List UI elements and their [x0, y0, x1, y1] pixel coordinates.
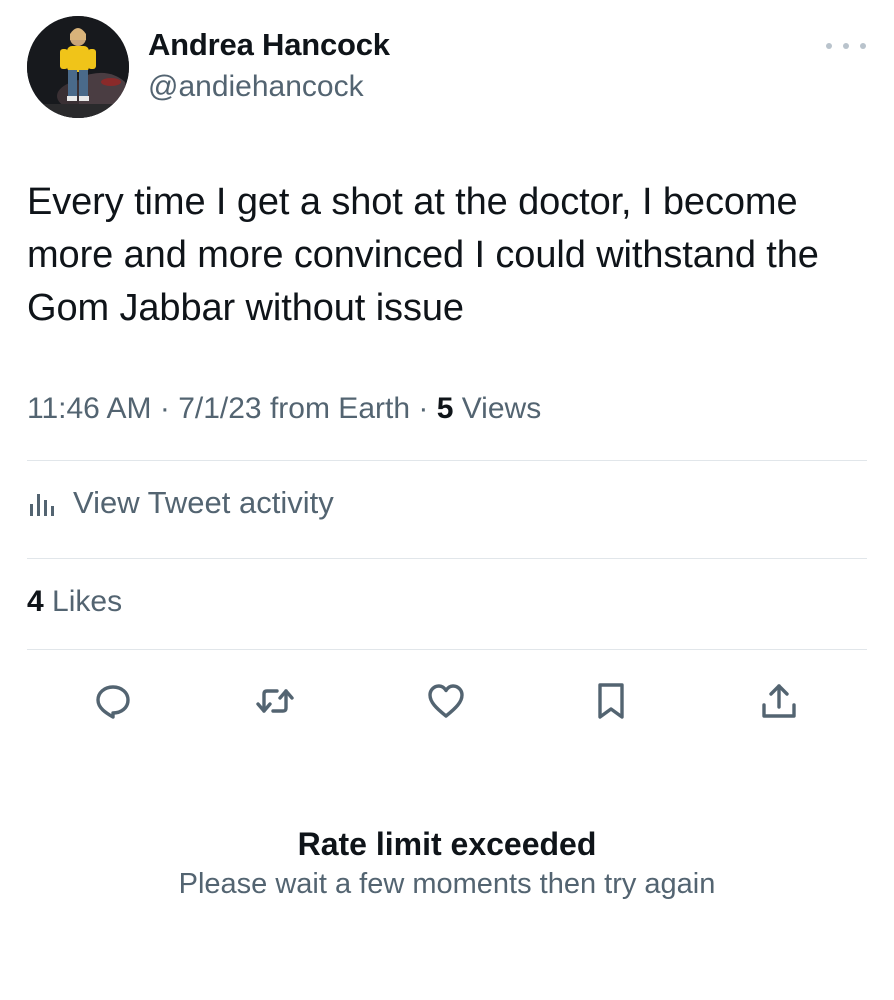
reply-icon [96, 685, 130, 719]
share-icon [762, 684, 796, 718]
tweet-text: Every time I get a shot at the doctor, I… [27, 181, 819, 329]
views-label: Views [461, 392, 542, 425]
rate-limit-title: Rate limit exceeded [297, 826, 597, 862]
activity-label: View Tweet activity [73, 485, 334, 520]
analytics-bars-icon [30, 494, 54, 516]
more-dot [860, 43, 866, 49]
view-tweet-activity-link[interactable]: View Tweet activity [27, 485, 334, 521]
meta-separator: · [418, 392, 437, 425]
share-button[interactable] [756, 678, 802, 724]
bookmark-icon [598, 683, 624, 719]
views-count: 5 [436, 392, 454, 425]
more-options-icon[interactable] [826, 36, 866, 56]
more-dot [826, 43, 832, 49]
divider [27, 649, 867, 650]
retweet-icon [256, 689, 294, 713]
avatar-photo [27, 16, 129, 118]
tweet-date[interactable]: 7/1/23 [178, 392, 261, 425]
like-icon [428, 684, 464, 718]
reply-button[interactable] [90, 678, 136, 724]
user-handle[interactable]: @andiehancock [148, 70, 364, 104]
display-name[interactable]: Andrea Hancock [148, 27, 390, 63]
retweet-button[interactable] [252, 678, 298, 724]
divider [27, 558, 867, 559]
tweet-source: from Earth [269, 392, 411, 425]
bookmark-button[interactable] [588, 678, 634, 724]
like-button[interactable] [423, 678, 469, 724]
tweet-detail: Andrea Hancock @andiehancock Every time … [0, 0, 894, 1000]
likes-summary[interactable]: 4 Likes [27, 585, 122, 619]
tweet-meta: 11:46 AM · 7/1/23 from Earth · 5 Views [27, 392, 541, 426]
meta-separator: · [159, 392, 179, 425]
more-dot [843, 43, 849, 49]
avatar[interactable] [27, 16, 129, 118]
divider [27, 460, 867, 461]
likes-count: 4 [27, 585, 44, 618]
rate-limit-message: Please wait a few moments then try again [178, 868, 716, 900]
likes-label: Likes [52, 585, 123, 618]
tweet-time[interactable]: 11:46 AM [27, 392, 152, 425]
